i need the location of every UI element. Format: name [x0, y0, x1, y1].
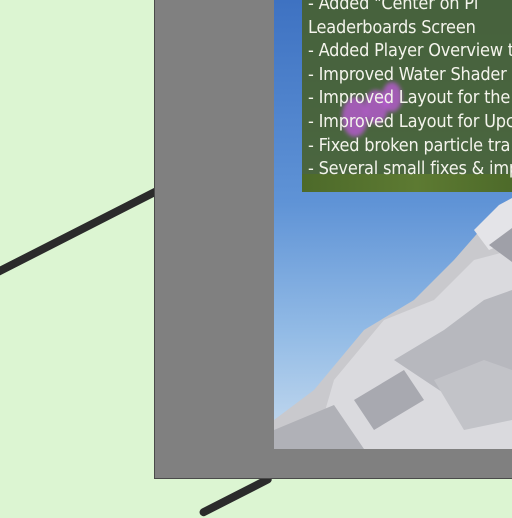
patch-notes-panel: - Added "Center on Pl Leaderboards Scree…: [302, 0, 512, 192]
background-line-lower: [198, 474, 274, 518]
background-line-upper: [0, 186, 162, 280]
patch-note-line: - Improved Water Shader: [308, 63, 507, 85]
patch-note-line: - Improved Layout for the: [308, 87, 511, 109]
patch-note-line: - Added Player Overview t: [308, 40, 512, 62]
patch-notes-list: - Added "Center on Pl Leaderboards Scree…: [302, 0, 512, 181]
patch-note-line: - Several small fixes & imp: [308, 158, 512, 180]
patch-note-line: - Fixed broken particle tra: [308, 134, 511, 156]
patch-note-line: - Added "Center on Pl: [308, 0, 479, 14]
patch-note-line: - Improved Layout for Upc: [308, 110, 512, 132]
patch-note-line: Leaderboards Screen: [308, 16, 476, 38]
